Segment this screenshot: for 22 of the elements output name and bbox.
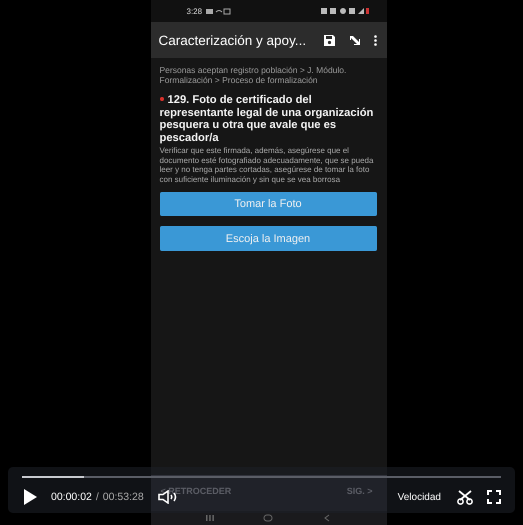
app-title: Caracterización y apoy... [158,32,308,48]
status-icons [320,7,368,15]
breadcrumb: Personas aceptan registro población > J. Módulo. Formalización > Proceso de formalización [160,65,348,85]
duration: 00:53:28 [102,491,144,503]
fullscreen-icon[interactable] [487,490,501,504]
action-button[interactable]: Escoja la Imagen [160,226,376,251]
arrow-icon[interactable] [348,34,360,46]
more-icon[interactable] [374,34,376,46]
status-time: 3:28 [186,6,202,16]
scissors-icon[interactable] [457,490,473,504]
home-icon[interactable] [263,514,274,522]
current-time: 00:00:02 [51,491,92,503]
notification-icons [206,8,232,14]
speed-button[interactable]: Velocidad [398,492,441,502]
save-icon[interactable] [324,34,334,46]
next-link[interactable]: SIG. > [346,486,372,496]
question-hint: Verificar que este firmada, además, asegúrese que el documento esté fotografiado adecuadamente, que se pueda leer y no tenga partes cortadas, asegúrese de tomar la foto con suficiente iluminación y sin que se vea borrosa [160,146,374,184]
recents-icon[interactable] [204,514,215,522]
play-icon[interactable] [24,489,37,505]
time-separator: / [96,491,99,503]
question-title: 129. Foto de certificado del representante legal de una organización pesquera u otra que avale que es pescador/a [160,94,374,144]
action-button[interactable]: Tomar la Foto [160,192,376,216]
